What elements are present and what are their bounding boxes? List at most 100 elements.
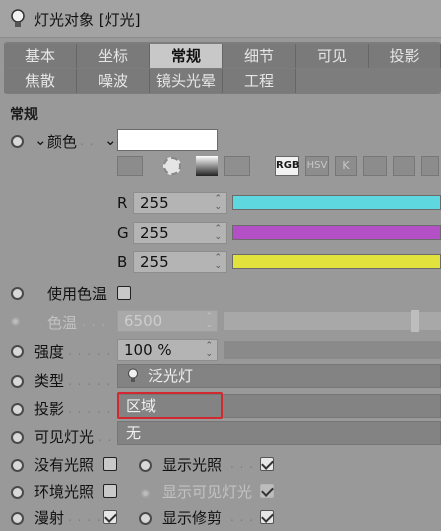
b-label: B	[117, 253, 128, 271]
anim-dot-color[interactable]	[11, 135, 24, 148]
label-dots: . .	[98, 430, 113, 444]
r-label: R	[117, 194, 128, 212]
spin-arrows-icon[interactable]: ⌃ ⌄	[214, 254, 222, 271]
g-value: 255	[140, 224, 169, 242]
tab-basic[interactable]: 基本	[4, 44, 77, 68]
anim-dot-visible-light[interactable]	[11, 431, 24, 444]
type-dropdown[interactable]: 泛光灯	[117, 364, 441, 388]
color-expand-chevron[interactable]: ⌄	[34, 131, 47, 149]
tab-caustics[interactable]: 焦散	[4, 69, 77, 93]
spin-arrows-icon[interactable]: ⌃ ⌄	[214, 225, 222, 242]
type-value: 泛光灯	[148, 367, 194, 385]
color-wheel-icon[interactable]	[163, 157, 181, 175]
intensity-field[interactable]: 100 % ⌃ ⌄	[117, 339, 218, 361]
b-value-field[interactable]: 255 ⌃ ⌄	[133, 251, 227, 273]
anim-dot-ambient[interactable]	[11, 486, 24, 499]
label-dots: . . .	[230, 457, 255, 471]
color-label: 颜色	[47, 133, 78, 151]
visible-light-value: 无	[126, 424, 142, 442]
swatches-icon[interactable]	[421, 156, 439, 176]
b-value: 255	[140, 253, 169, 271]
show-illumination-label: 显示光照	[162, 456, 223, 474]
anim-dot-temperature	[11, 317, 20, 326]
temperature-slider-handle	[411, 310, 419, 332]
show-visible-light-checkbox	[260, 484, 274, 498]
spectrum-icon[interactable]	[196, 156, 218, 176]
show-illumination-checkbox[interactable]	[260, 457, 274, 471]
temperature-slider	[224, 312, 441, 330]
intensity-value: 100 %	[124, 341, 172, 359]
color-picker-icon[interactable]	[117, 156, 143, 176]
temperature-field: 6500 ⌃ ⌄	[117, 310, 218, 332]
anim-dot-show-clipping[interactable]	[139, 512, 152, 525]
light-bulb-icon	[11, 9, 25, 27]
g-value-field[interactable]: 255 ⌃ ⌄	[133, 222, 227, 244]
anim-dot-no-illumination[interactable]	[11, 459, 24, 472]
rgb-mode-button[interactable]: RGB	[275, 156, 300, 176]
hex-icon[interactable]	[393, 156, 415, 176]
tab-details[interactable]: 细节	[223, 44, 296, 68]
title-bar: 灯光对象 [灯光]	[0, 0, 441, 38]
tab-general[interactable]: 常规	[150, 44, 223, 68]
spin-arrows-icon: ⌃ ⌄	[205, 312, 213, 330]
r-value: 255	[140, 194, 169, 212]
label-dots: . . .	[230, 510, 255, 524]
spin-arrows-icon[interactable]: ⌃ ⌄	[214, 195, 222, 212]
anim-dot-intensity[interactable]	[11, 345, 24, 358]
type-label: 类型	[34, 372, 65, 390]
highlight-box	[117, 392, 223, 419]
g-slider[interactable]	[232, 225, 441, 240]
anim-dot-diffuse[interactable]	[11, 512, 24, 525]
tab-shadow[interactable]: 投影	[369, 44, 441, 68]
ambient-label: 环境光照	[34, 483, 95, 501]
mixing-icon[interactable]	[363, 156, 387, 176]
label-dots: . . . . .	[68, 374, 112, 388]
image-icon[interactable]	[224, 156, 250, 176]
anim-dot-type[interactable]	[11, 375, 24, 388]
color-swatch[interactable]	[117, 129, 218, 151]
temperature-label: 色温	[47, 314, 78, 332]
ambient-checkbox[interactable]	[103, 484, 117, 498]
intensity-label: 强度	[34, 343, 65, 361]
tab-noise[interactable]: 噪波	[77, 69, 150, 93]
temperature-value: 6500	[124, 312, 163, 330]
diffuse-label: 漫射	[34, 509, 65, 527]
show-clipping-label: 显示修剪	[162, 509, 223, 527]
anim-dot-show-illumination[interactable]	[139, 459, 152, 472]
label-dots: . . . . .	[68, 402, 112, 416]
label-dots: . .	[80, 134, 95, 148]
anim-dot-show-visible-light	[141, 489, 150, 498]
label-dots: . . .	[82, 315, 107, 329]
use-temperature-checkbox[interactable]	[117, 286, 131, 300]
visible-light-label: 可见灯光	[34, 428, 95, 446]
show-visible-light-label: 显示可见灯光	[162, 483, 253, 501]
section-title: 常规	[10, 107, 38, 123]
r-value-field[interactable]: 255 ⌃ ⌄	[133, 192, 227, 214]
tab-visibility[interactable]: 可见	[296, 44, 369, 68]
kelvin-mode-button[interactable]: K	[335, 156, 357, 176]
tab-lens-flare[interactable]: 镜头光晕	[150, 69, 223, 93]
hsv-mode-button[interactable]: HSV	[305, 156, 329, 176]
label-dots: . . . . .	[68, 344, 112, 358]
window-title: 灯光对象 [灯光]	[34, 11, 141, 29]
shadow-label: 投影	[34, 400, 65, 418]
no-illumination-checkbox[interactable]	[103, 457, 117, 471]
no-illumination-label: 没有光照	[34, 456, 95, 474]
tab-project[interactable]: 工程	[223, 69, 296, 93]
g-label: G	[117, 224, 129, 242]
anim-dot-shadow[interactable]	[11, 403, 24, 416]
diffuse-checkbox[interactable]	[103, 510, 117, 524]
intensity-slider[interactable]	[224, 341, 441, 359]
light-bulb-icon	[128, 368, 138, 382]
visible-light-dropdown[interactable]: 无	[117, 421, 441, 445]
label-dots: . . . .	[68, 510, 102, 524]
color-dropdown-chevron[interactable]: ⌄	[104, 131, 117, 149]
b-slider[interactable]	[232, 254, 441, 269]
spin-arrows-icon[interactable]: ⌃ ⌄	[205, 342, 213, 359]
use-temperature-label: 使用色温	[47, 285, 108, 303]
tab-coordinates[interactable]: 坐标	[77, 44, 150, 68]
anim-dot-use-temperature[interactable]	[11, 287, 24, 300]
tab-bar: 基本 坐标 常规 细节 可见 投影 焦散 噪波 镜头光晕 工程	[4, 42, 441, 94]
show-clipping-checkbox[interactable]	[260, 510, 274, 524]
r-slider[interactable]	[232, 195, 441, 210]
